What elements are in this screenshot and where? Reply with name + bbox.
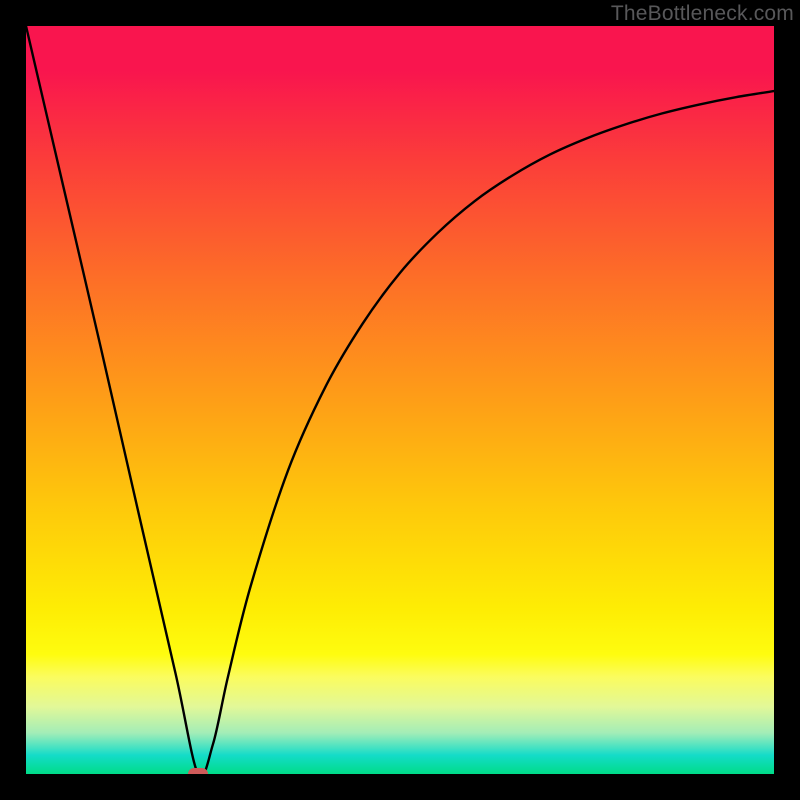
plot-area (26, 26, 774, 774)
watermark-text: TheBottleneck.com (611, 2, 794, 26)
bottleneck-marker (188, 768, 208, 774)
curve-path (26, 26, 774, 774)
chart-frame: TheBottleneck.com (0, 0, 800, 800)
bottleneck-curve (26, 26, 774, 774)
